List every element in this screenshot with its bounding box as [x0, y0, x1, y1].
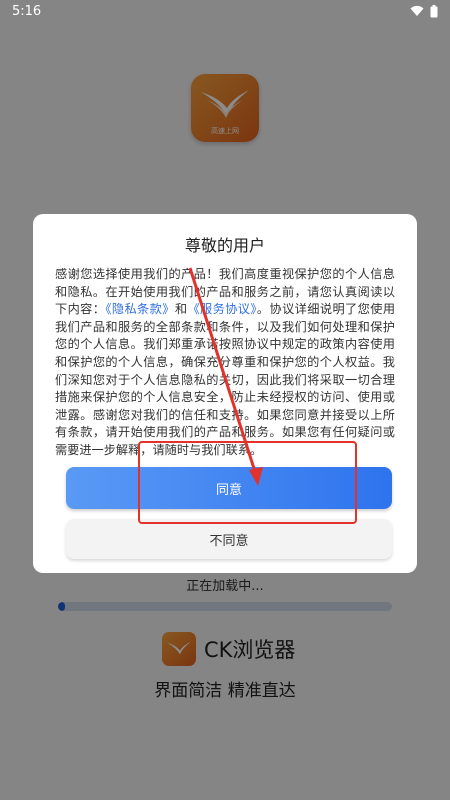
annotation-arrow-icon [188, 267, 263, 486]
wifi-icon [410, 5, 424, 16]
status-icons [410, 4, 438, 18]
status-time: 5:16 [12, 3, 42, 19]
status-bar: 5:16 [0, 0, 450, 22]
battery-icon [430, 4, 438, 17]
